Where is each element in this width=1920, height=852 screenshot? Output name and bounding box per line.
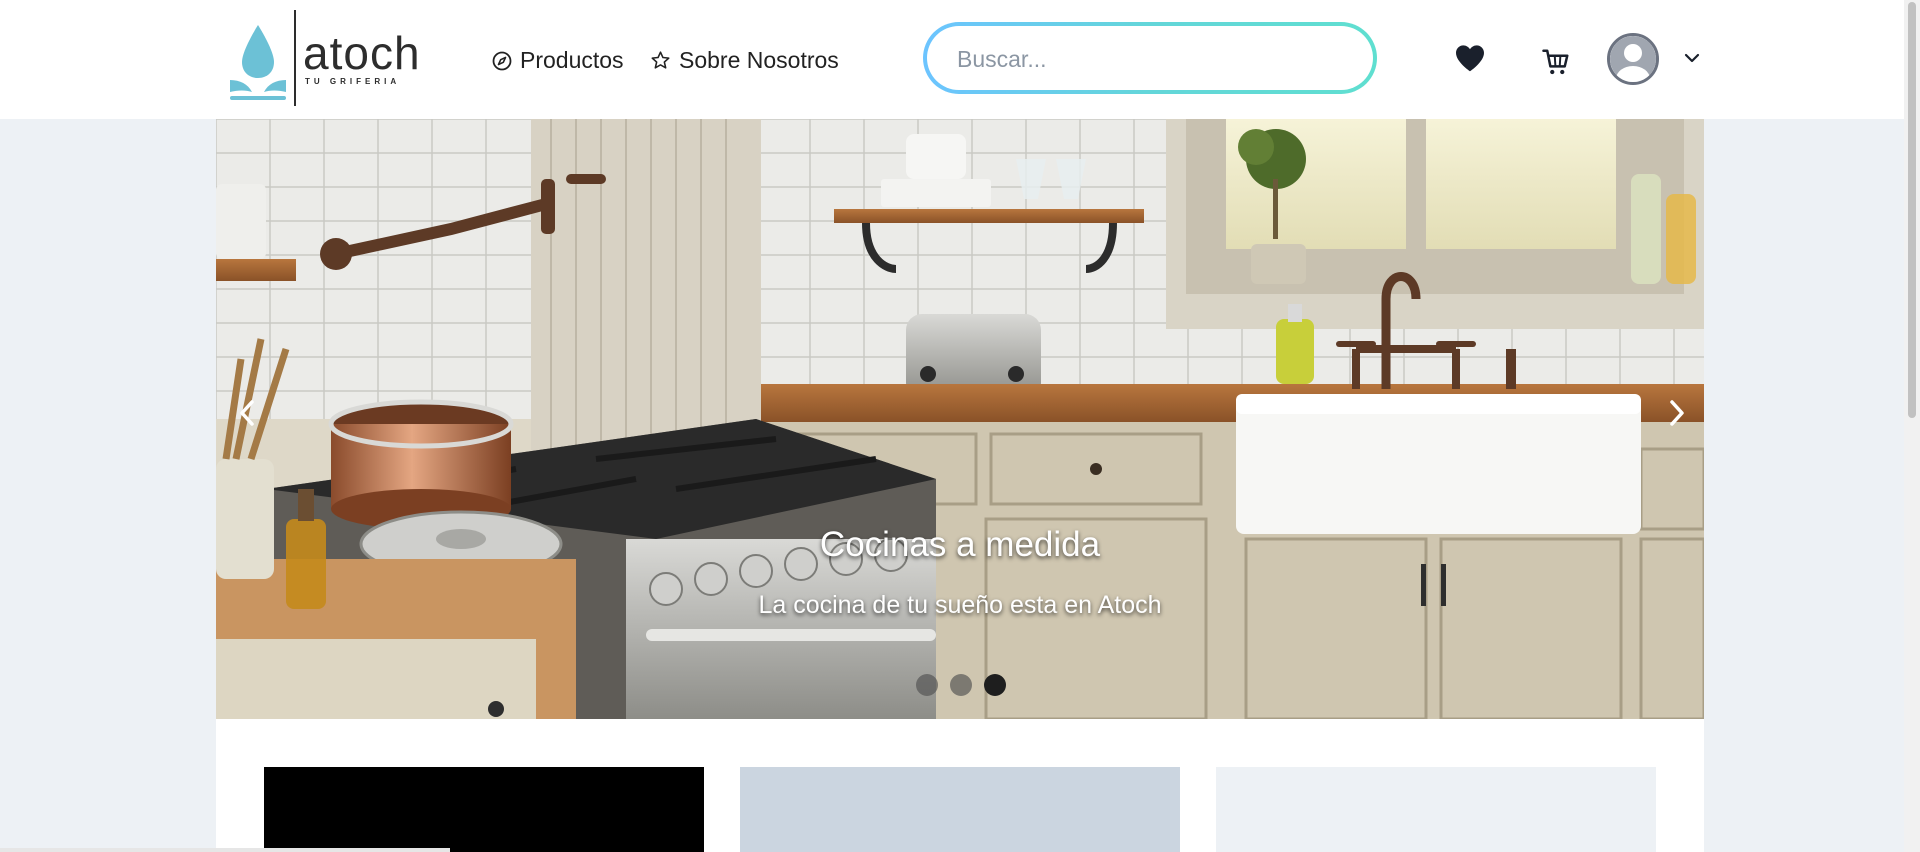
top-navbar: atoch TU GRIFERIA Productos Sobre Nosotr…: [0, 0, 1904, 119]
carousel-dot-2[interactable]: [950, 674, 972, 696]
compass-icon: [492, 51, 512, 70]
feature-card-3[interactable]: [1216, 767, 1656, 852]
user-menu-toggle[interactable]: [1684, 51, 1700, 69]
favorites-button[interactable]: [1454, 43, 1486, 78]
carousel-dot-1[interactable]: [916, 674, 938, 696]
brand-tagline: TU GRIFERIA: [305, 77, 401, 86]
featured-section: [216, 719, 1704, 852]
vertical-scrollbar[interactable]: [1904, 0, 1920, 852]
chevron-down-icon: [1684, 53, 1700, 63]
nav-productos[interactable]: Productos: [492, 47, 624, 74]
water-drop-icon: [230, 25, 286, 100]
logo-divider: [294, 10, 296, 106]
carousel-prev-button[interactable]: [238, 399, 256, 433]
horizontal-scrollbar[interactable]: [0, 848, 450, 852]
nav-productos-label: Productos: [520, 47, 624, 73]
star-icon: [651, 51, 670, 69]
cart-button[interactable]: [1541, 47, 1571, 82]
slide-subtitle: La cocina de tu sueño esta en Atoch: [758, 591, 1162, 619]
chevron-left-icon: [240, 400, 254, 426]
cart-icon: [1542, 49, 1569, 75]
nav-sobre-nosotros-label: Sobre Nosotros: [679, 47, 839, 73]
chevron-right-icon: [1670, 400, 1684, 426]
feature-card-2[interactable]: [740, 767, 1180, 852]
slide-image: [216, 119, 1704, 719]
brand-logo[interactable]: atoch TU GRIFERIA: [226, 10, 426, 108]
hero-carousel: Cocinas a medida La cocina de tu sueño e…: [216, 119, 1704, 719]
scrollbar-thumb[interactable]: [1908, 2, 1916, 418]
nav-sobre-nosotros[interactable]: Sobre Nosotros: [650, 47, 839, 74]
user-avatar-icon: [1607, 33, 1659, 85]
carousel-indicators: [916, 674, 1006, 696]
carousel-next-button[interactable]: [1668, 399, 1686, 433]
brand-name: atoch: [303, 27, 421, 79]
heart-icon: [1456, 45, 1484, 72]
user-menu-button[interactable]: [1607, 33, 1659, 90]
slide-title: Cocinas a medida: [819, 525, 1101, 564]
carousel-dot-3[interactable]: [984, 674, 1006, 696]
search-box: [923, 22, 1377, 94]
feature-card-1[interactable]: [264, 767, 704, 852]
search-input[interactable]: [955, 26, 1359, 92]
